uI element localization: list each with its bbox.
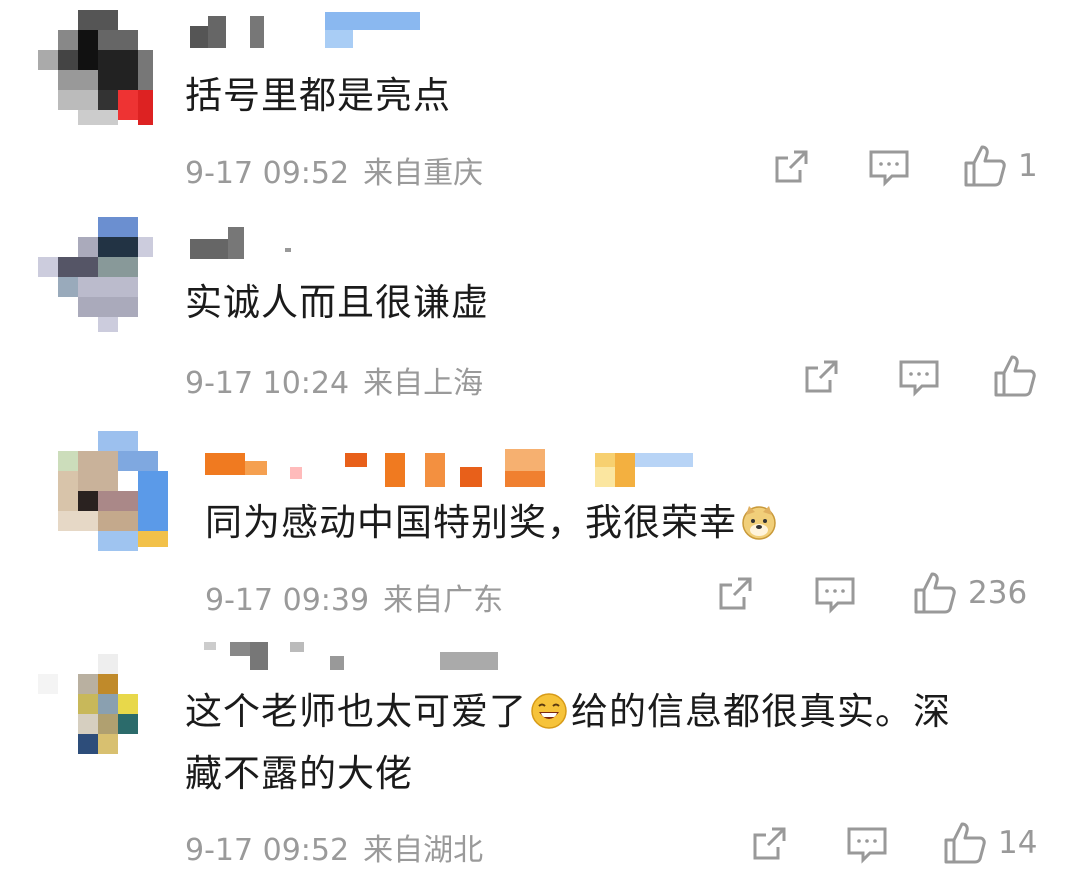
reply-button[interactable] bbox=[868, 148, 910, 188]
username-blurred[interactable] bbox=[190, 634, 510, 674]
comment-text-part1: 这个老师也太可爱了 bbox=[185, 690, 527, 733]
username-blurred[interactable] bbox=[190, 223, 310, 263]
username-blurred[interactable] bbox=[205, 445, 695, 487]
comment-item: 括号里都是亮点 9-17 09:52 来自重庆 1 bbox=[0, 0, 1080, 200]
share-icon bbox=[753, 827, 786, 860]
comment-text: 括号里都是亮点 bbox=[185, 74, 451, 117]
thumbs-up-icon bbox=[994, 355, 1036, 397]
comment-location: 来自上海 bbox=[363, 366, 484, 401]
share-button[interactable] bbox=[750, 825, 788, 863]
comment-meta: 9-17 09:52 来自重庆 bbox=[185, 148, 483, 192]
avatar[interactable] bbox=[38, 217, 158, 337]
comment-time: 9-17 09:52 bbox=[185, 833, 350, 868]
comment-text: 实诚人而且很谦虚 bbox=[185, 281, 489, 324]
share-icon bbox=[775, 150, 808, 183]
share-button[interactable] bbox=[772, 148, 810, 186]
like-button[interactable] bbox=[992, 353, 1048, 399]
laughing-emoji-icon bbox=[531, 693, 567, 729]
like-count: 1 bbox=[1018, 148, 1038, 184]
share-button[interactable] bbox=[716, 575, 754, 613]
comment-text: 这个老师也太可爱了 给的信息都很真实。深 bbox=[185, 682, 951, 742]
reply-button[interactable] bbox=[846, 825, 888, 865]
comment-time: 9-17 09:52 bbox=[185, 156, 350, 191]
comment-text-body: 同为感动中国特别奖，我很荣幸 bbox=[205, 501, 737, 544]
like-button[interactable]: 236 bbox=[912, 570, 1027, 616]
comment-text: 同为感动中国特别奖，我很荣幸 bbox=[205, 493, 781, 553]
comment-meta: 9-17 10:24 来自上海 bbox=[185, 358, 483, 402]
like-button[interactable]: 1 bbox=[962, 143, 1038, 189]
comment-icon bbox=[869, 150, 909, 187]
share-icon bbox=[719, 577, 752, 610]
comment-meta: 9-17 09:39 来自广东 bbox=[205, 575, 503, 619]
comment-location: 来自广东 bbox=[383, 583, 504, 618]
thumbs-up-icon bbox=[964, 145, 1006, 187]
comment-text-line2: 藏不露的大佬 bbox=[185, 752, 413, 795]
share-icon bbox=[805, 360, 838, 393]
comment-item: 实诚人而且很谦虚 9-17 10:24 来自上海 bbox=[0, 205, 1080, 410]
comment-location: 来自重庆 bbox=[363, 156, 484, 191]
thumbs-up-icon bbox=[914, 572, 956, 614]
comment-location: 来自湖北 bbox=[363, 833, 484, 868]
like-count: 14 bbox=[998, 825, 1038, 861]
doge-emoji-icon bbox=[742, 506, 776, 540]
comment-icon bbox=[847, 827, 887, 864]
avatar[interactable] bbox=[58, 431, 178, 551]
like-button[interactable]: 14 bbox=[942, 820, 1037, 866]
comment-item: 同为感动中国特别奖，我很荣幸 9-17 09:39 来自广东 236 bbox=[0, 415, 1080, 625]
comment-item: 这个老师也太可爱了 给的信息都很真实。深 藏不露的大佬 9-17 09:52 来自湖… bbox=[0, 630, 1080, 883]
reply-button[interactable] bbox=[898, 358, 940, 398]
thumbs-up-icon bbox=[944, 822, 986, 864]
reply-button[interactable] bbox=[814, 575, 856, 615]
comment-icon bbox=[815, 577, 855, 614]
comment-time: 9-17 09:39 bbox=[205, 583, 370, 618]
comment-time: 9-17 10:24 bbox=[185, 366, 350, 401]
comment-meta: 9-17 09:52 来自湖北 bbox=[185, 825, 483, 869]
avatar[interactable] bbox=[38, 10, 158, 130]
like-count: 236 bbox=[968, 575, 1028, 611]
username-blurred[interactable] bbox=[190, 12, 430, 52]
share-button[interactable] bbox=[802, 358, 840, 396]
comment-icon bbox=[899, 360, 939, 397]
comment-text-part2: 给的信息都很真实。深 bbox=[571, 690, 951, 733]
avatar[interactable] bbox=[38, 654, 158, 774]
